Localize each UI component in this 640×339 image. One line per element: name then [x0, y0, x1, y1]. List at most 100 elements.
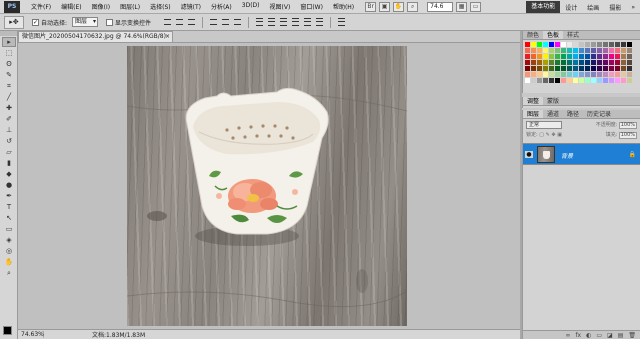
lock-transparent-icon[interactable]: ▢ [539, 132, 544, 138]
color-swatch[interactable] [573, 54, 578, 59]
color-swatch[interactable] [621, 54, 626, 59]
color-swatch[interactable] [615, 42, 620, 47]
layers-footer-icon[interactable]: ▤ [618, 332, 624, 339]
workspace-button[interactable]: 设计 [560, 3, 582, 12]
distribute-left-icon[interactable] [291, 17, 300, 27]
color-swatch[interactable] [549, 72, 554, 77]
color-swatch[interactable] [621, 48, 626, 53]
color-swatch[interactable] [609, 78, 614, 83]
menu-item[interactable]: 帮助(H) [328, 2, 359, 11]
color-swatch[interactable] [591, 60, 596, 65]
more-workspaces-icon[interactable]: » [626, 4, 640, 11]
color-swatch[interactable] [603, 48, 608, 53]
move-tool-icon[interactable]: ▸ [2, 37, 16, 47]
tab-adjustments[interactable]: 调整 [523, 97, 544, 105]
align-left-icon[interactable] [209, 17, 218, 27]
menu-item[interactable]: 编辑(E) [56, 2, 86, 11]
color-swatch[interactable] [531, 60, 536, 65]
color-swatch[interactable] [615, 48, 620, 53]
menu-item[interactable]: 3D(D) [237, 2, 265, 11]
color-swatch[interactable] [549, 42, 554, 47]
color-swatch[interactable] [537, 66, 542, 71]
zoom-tool-icon[interactable]: ⌕ [2, 268, 16, 278]
color-swatch[interactable] [537, 78, 542, 83]
color-swatch[interactable] [525, 72, 530, 77]
color-swatch[interactable] [579, 72, 584, 77]
distribute-hcenter-icon[interactable] [303, 17, 312, 27]
color-swatch[interactable] [543, 42, 548, 47]
tab-layers[interactable]: 历史记录 [583, 110, 615, 118]
color-swatch[interactable] [573, 66, 578, 71]
color-swatch[interactable] [591, 54, 596, 59]
color-swatch[interactable] [615, 78, 620, 83]
type-tool-icon[interactable]: T [2, 202, 16, 212]
color-swatch[interactable] [573, 48, 578, 53]
layer-row-background[interactable]: ● 背景 🔒 [523, 143, 640, 165]
color-swatch[interactable] [615, 72, 620, 77]
layer-name[interactable]: 背景 [561, 151, 573, 160]
color-swatch[interactable] [567, 72, 572, 77]
color-swatch[interactable] [615, 60, 620, 65]
color-swatch[interactable] [537, 48, 542, 53]
color-swatch[interactable] [621, 66, 626, 71]
color-swatch[interactable] [573, 42, 578, 47]
color-swatch[interactable] [567, 48, 572, 53]
arrange-documents-icon[interactable]: ▦ [456, 1, 468, 12]
menu-item[interactable]: 文件(F) [26, 2, 56, 11]
auto-select-dropdown[interactable]: 图层 [72, 17, 99, 27]
color-swatch[interactable] [531, 78, 536, 83]
color-swatch[interactable] [627, 42, 632, 47]
color-swatch[interactable] [537, 60, 542, 65]
color-swatch[interactable] [549, 78, 554, 83]
color-swatch[interactable] [585, 66, 590, 71]
color-swatch[interactable] [609, 72, 614, 77]
distribute-vcenter-icon[interactable] [267, 17, 276, 27]
blur-tool-icon[interactable]: ◆ [2, 169, 16, 179]
color-swatch[interactable] [579, 42, 584, 47]
distribute-bottom-icon[interactable] [279, 17, 288, 27]
color-swatch[interactable] [579, 54, 584, 59]
opacity-control[interactable]: 不透明度: 100% [596, 121, 637, 129]
color-swatch[interactable] [561, 78, 566, 83]
dodge-tool-icon[interactable]: ● [2, 180, 16, 190]
fill-field[interactable]: 100% [619, 132, 637, 139]
color-swatch[interactable] [603, 60, 608, 65]
color-swatch[interactable] [549, 48, 554, 53]
color-swatch[interactable] [549, 60, 554, 65]
auto-select-option[interactable]: ✓ 自动选择: 图层 [32, 17, 99, 27]
3d-camera-tool-icon[interactable]: ◎ [2, 246, 16, 256]
lock-position-icon[interactable]: ✥ [551, 132, 555, 138]
align-vcenter-icon[interactable] [175, 17, 184, 27]
color-swatch[interactable] [531, 66, 536, 71]
eraser-tool-icon[interactable]: ▱ [2, 147, 16, 157]
panel-grip[interactable] [0, 31, 17, 36]
pen-tool-icon[interactable]: ✒ [2, 191, 16, 201]
color-swatch[interactable] [597, 66, 602, 71]
color-swatch[interactable] [627, 54, 632, 59]
document-tab[interactable]: 微信图片_20200504170632.jpg @ 74.6%(RGB/8) × [18, 31, 173, 42]
tab-layers[interactable]: 通道 [543, 110, 563, 118]
marquee-tool-icon[interactable]: ⬚ [2, 48, 16, 58]
color-swatch[interactable] [567, 66, 572, 71]
color-swatch[interactable] [561, 42, 566, 47]
history-brush-tool-icon[interactable]: ↺ [2, 136, 16, 146]
color-swatch[interactable] [621, 60, 626, 65]
align-bottom-icon[interactable] [187, 17, 196, 27]
healing-brush-tool-icon[interactable]: ✚ [2, 103, 16, 113]
color-swatch[interactable] [579, 78, 584, 83]
eyedropper-tool-icon[interactable]: ╱ [2, 92, 16, 102]
menu-item[interactable]: 选择(S) [145, 2, 176, 11]
color-swatch[interactable] [525, 60, 530, 65]
color-swatch[interactable] [525, 78, 530, 83]
color-swatch[interactable] [627, 66, 632, 71]
3d-rotate-tool-icon[interactable]: ◈ [2, 235, 16, 245]
color-swatch[interactable] [525, 66, 530, 71]
color-swatch[interactable] [603, 66, 608, 71]
minibridge-icon[interactable]: ▣ [379, 1, 391, 12]
color-swatch[interactable] [543, 72, 548, 77]
color-swatch[interactable] [585, 42, 590, 47]
lock-all-icon[interactable]: ▣ [557, 132, 562, 138]
color-swatch[interactable] [597, 48, 602, 53]
color-swatch[interactable] [585, 54, 590, 59]
color-swatch[interactable] [591, 66, 596, 71]
